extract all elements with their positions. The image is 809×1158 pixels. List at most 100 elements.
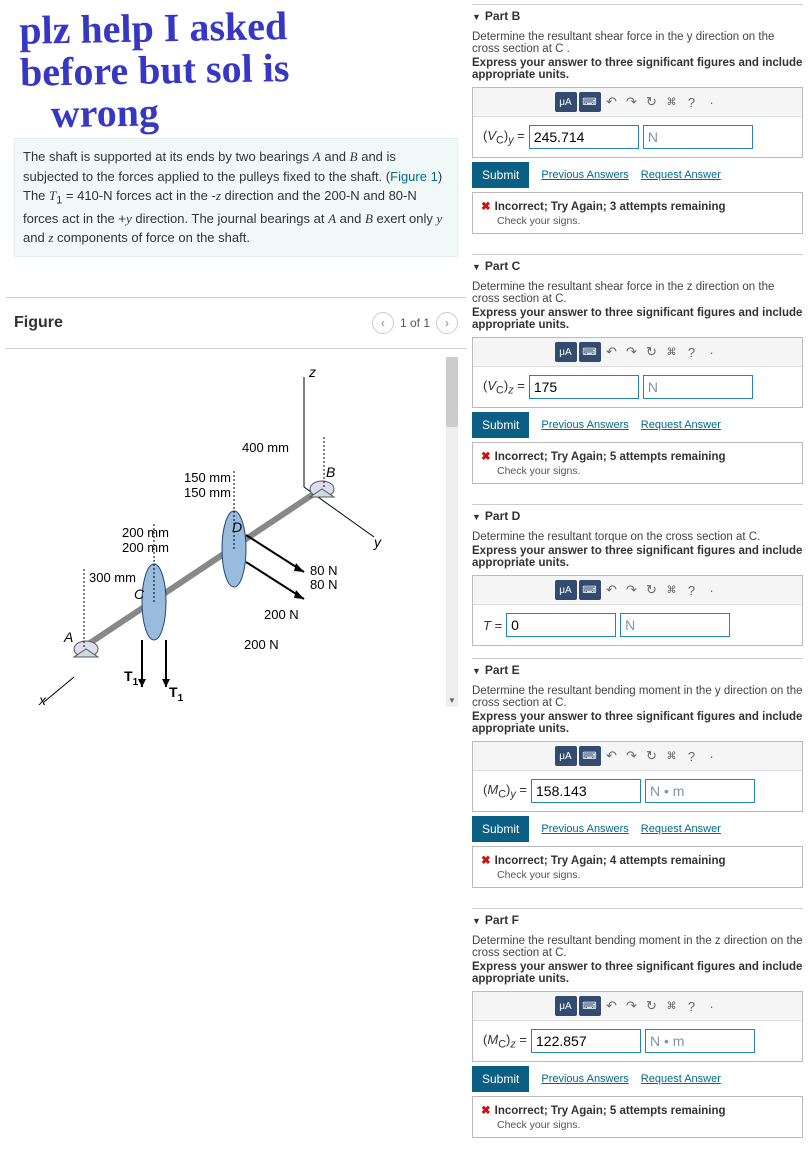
keyboard-icon[interactable]: ⌨: [579, 92, 601, 112]
svg-text:150 mm: 150 mm: [184, 470, 231, 485]
part-c-value-input[interactable]: [529, 375, 639, 399]
redo-icon[interactable]: ↷: [623, 997, 641, 1015]
more-icon[interactable]: ·: [703, 93, 721, 111]
caret-down-icon: ▼: [472, 916, 481, 926]
help-icon[interactable]: ?: [683, 93, 701, 111]
part-c-header[interactable]: ▼Part C: [472, 259, 803, 273]
undo-icon[interactable]: ↶: [603, 997, 621, 1015]
incorrect-icon: ✖: [481, 855, 491, 867]
svg-text:B: B: [326, 464, 335, 480]
svg-text:400 mm: 400 mm: [242, 440, 289, 455]
part-f-var: (MC)z =: [483, 1032, 527, 1051]
svg-text:80 N: 80 N: [310, 563, 337, 578]
part-e-prev-answers-link[interactable]: Previous Answers: [541, 823, 628, 835]
caret-down-icon: ▼: [472, 12, 481, 22]
templates-icon[interactable]: μA: [555, 996, 577, 1016]
part-b-value-input[interactable]: [529, 125, 639, 149]
figure-svg: z y x A B C D: [14, 357, 454, 707]
scroll-down-icon[interactable]: ▼: [446, 695, 458, 707]
part-b-submit-button[interactable]: Submit: [472, 162, 529, 188]
shortcut-icon[interactable]: ⌘: [663, 343, 681, 361]
svg-text:200 mm: 200 mm: [122, 540, 169, 555]
keyboard-icon[interactable]: ⌨: [579, 996, 601, 1016]
shortcut-icon[interactable]: ⌘: [663, 581, 681, 599]
more-icon[interactable]: ·: [703, 997, 721, 1015]
part-e-unit-input[interactable]: N • m: [645, 779, 755, 803]
part-e-request-answer-link[interactable]: Request Answer: [641, 823, 721, 835]
redo-icon[interactable]: ↷: [623, 93, 641, 111]
part-c-request-answer-link[interactable]: Request Answer: [641, 419, 721, 431]
more-icon[interactable]: ·: [703, 747, 721, 765]
svg-text:200 N: 200 N: [244, 637, 279, 652]
reset-icon[interactable]: ↻: [643, 997, 661, 1015]
incorrect-icon: ✖: [481, 201, 491, 213]
part-d-unit-input[interactable]: N: [620, 613, 730, 637]
undo-icon[interactable]: ↶: [603, 343, 621, 361]
templates-icon[interactable]: μA: [555, 746, 577, 766]
part-b: ▼Part B Determine the resultant shear fo…: [472, 4, 803, 248]
part-b-header[interactable]: ▼Part B: [472, 9, 803, 23]
part-f-unit-input[interactable]: N • m: [645, 1029, 755, 1053]
part-c-feedback: ✖Incorrect; Try Again; 5 attempts remain…: [472, 442, 803, 484]
part-b-request-answer-link[interactable]: Request Answer: [641, 169, 721, 181]
svg-text:T1: T1: [124, 668, 139, 688]
more-icon[interactable]: ·: [703, 343, 721, 361]
keyboard-icon[interactable]: ⌨: [579, 342, 601, 362]
part-c: ▼Part C Determine the resultant shear fo…: [472, 254, 803, 498]
part-f-prev-answers-link[interactable]: Previous Answers: [541, 1073, 628, 1085]
help-icon[interactable]: ?: [683, 343, 701, 361]
reset-icon[interactable]: ↻: [643, 581, 661, 599]
svg-text:150 mm: 150 mm: [184, 485, 231, 500]
templates-icon[interactable]: μA: [555, 92, 577, 112]
part-b-var: (VC)y =: [483, 128, 525, 147]
templates-icon[interactable]: μA: [555, 580, 577, 600]
figure-link[interactable]: Figure 1: [390, 169, 438, 184]
part-c-unit-input[interactable]: N: [643, 375, 753, 399]
undo-icon[interactable]: ↶: [603, 93, 621, 111]
part-e-submit-button[interactable]: Submit: [472, 816, 529, 842]
reset-icon[interactable]: ↻: [643, 343, 661, 361]
caret-down-icon: ▼: [472, 666, 481, 676]
help-icon[interactable]: ?: [683, 581, 701, 599]
figure-next-button[interactable]: ›: [436, 312, 458, 334]
undo-icon[interactable]: ↶: [603, 747, 621, 765]
part-f-feedback: ✖Incorrect; Try Again; 5 attempts remain…: [472, 1096, 803, 1138]
figure-prev-button[interactable]: ‹: [372, 312, 394, 334]
keyboard-icon[interactable]: ⌨: [579, 580, 601, 600]
part-f-request-answer-link[interactable]: Request Answer: [641, 1073, 721, 1085]
part-e-header[interactable]: ▼Part E: [472, 663, 803, 677]
redo-icon[interactable]: ↷: [623, 747, 641, 765]
part-e-value-input[interactable]: [531, 779, 641, 803]
undo-icon[interactable]: ↶: [603, 581, 621, 599]
part-e: ▼Part E Determine the resultant bending …: [472, 658, 803, 902]
part-d-value-input[interactable]: [506, 613, 616, 637]
help-icon[interactable]: ?: [683, 747, 701, 765]
part-f-value-input[interactable]: [531, 1029, 641, 1053]
part-d-header[interactable]: ▼Part D: [472, 509, 803, 523]
part-f-submit-button[interactable]: Submit: [472, 1066, 529, 1092]
part-f-header[interactable]: ▼Part F: [472, 913, 803, 927]
incorrect-icon: ✖: [481, 451, 491, 463]
shortcut-icon[interactable]: ⌘: [663, 93, 681, 111]
scrollbar-thumb[interactable]: [446, 357, 458, 427]
reset-icon[interactable]: ↻: [643, 747, 661, 765]
part-c-desc: Determine the resultant shear force in t…: [472, 281, 803, 305]
part-b-unit-input[interactable]: N: [643, 125, 753, 149]
more-icon[interactable]: ·: [703, 581, 721, 599]
shortcut-icon[interactable]: ⌘: [663, 997, 681, 1015]
redo-icon[interactable]: ↷: [623, 581, 641, 599]
part-e-var: (MC)y =: [483, 782, 527, 801]
part-c-prev-answers-link[interactable]: Previous Answers: [541, 419, 628, 431]
keyboard-icon[interactable]: ⌨: [579, 746, 601, 766]
help-icon[interactable]: ?: [683, 997, 701, 1015]
redo-icon[interactable]: ↷: [623, 343, 641, 361]
reset-icon[interactable]: ↻: [643, 93, 661, 111]
shortcut-icon[interactable]: ⌘: [663, 747, 681, 765]
part-d-instruction: Express your answer to three significant…: [472, 545, 803, 569]
templates-icon[interactable]: μA: [555, 342, 577, 362]
part-e-desc: Determine the resultant bending moment i…: [472, 685, 803, 709]
part-b-prev-answers-link[interactable]: Previous Answers: [541, 169, 628, 181]
svg-text:C: C: [134, 586, 145, 602]
part-c-submit-button[interactable]: Submit: [472, 412, 529, 438]
figure-viewport: ▲ ▼ z y x A: [14, 357, 458, 707]
